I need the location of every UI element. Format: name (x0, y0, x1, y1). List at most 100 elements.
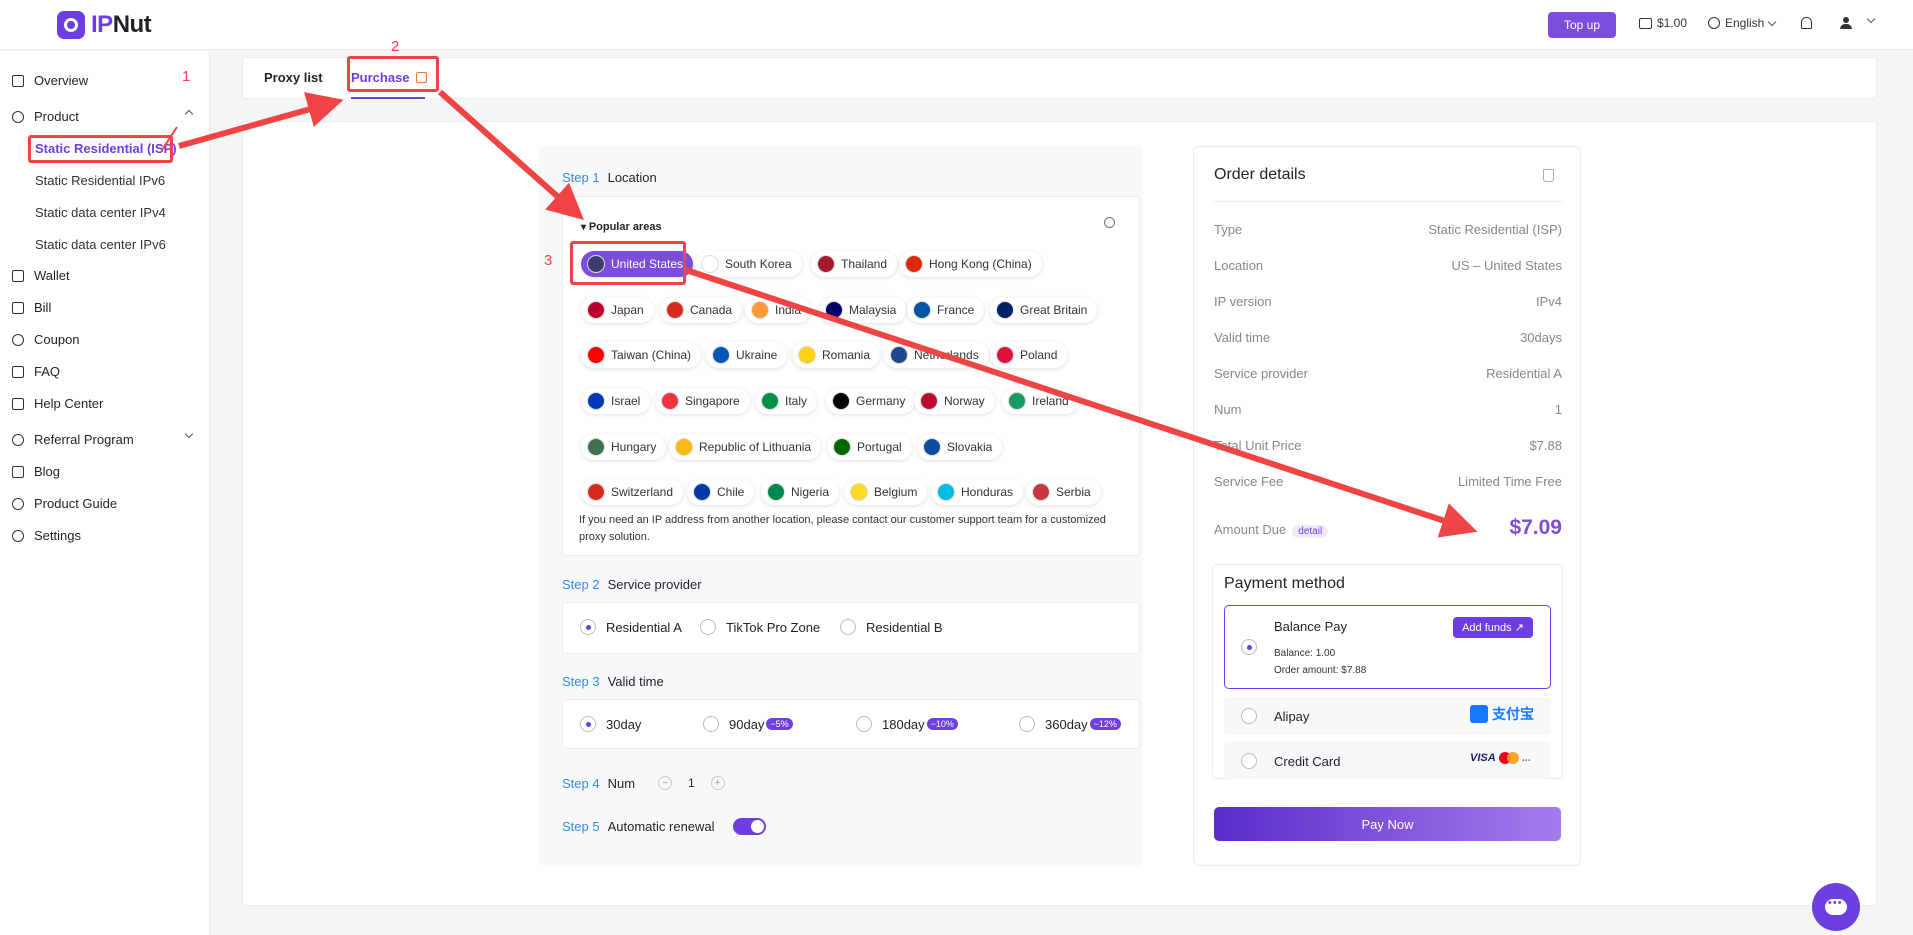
quantity-value[interactable]: 1 (688, 776, 695, 790)
country-chip-japan[interactable]: Japan (581, 297, 654, 323)
flag-icon (1008, 392, 1026, 410)
balance-display[interactable]: $1.00 (1639, 16, 1687, 30)
valid-time-360day[interactable]: 360day −12% (1019, 716, 1121, 732)
country-chip-india[interactable]: India (745, 297, 812, 323)
search-icon[interactable] (1104, 217, 1115, 228)
country-label: Israel (611, 394, 641, 408)
order-row-type: Type Static Residential (ISP) (1214, 222, 1562, 237)
order-row-label: Type (1214, 222, 1243, 237)
sidebar-subitem-static-residential-isp[interactable]: Static Residential (ISP) (35, 141, 177, 156)
logo[interactable]: IPNut (57, 11, 152, 39)
country-chip-hungary[interactable]: Hungary (581, 434, 667, 460)
radio-button[interactable] (703, 716, 719, 732)
radio-button[interactable] (856, 716, 872, 732)
valid-time-90day[interactable]: 90day −5% (703, 716, 793, 732)
country-chip-south-korea[interactable]: South Korea (695, 251, 802, 277)
balance-pay-radio[interactable] (1241, 639, 1257, 655)
country-chip-germany[interactable]: Germany (826, 388, 916, 414)
country-chip-norway[interactable]: Norway (914, 388, 995, 414)
popular-areas-title[interactable]: Popular areas (581, 221, 662, 233)
country-chip-nigeria[interactable]: Nigeria (761, 479, 840, 505)
country-chip-honduras[interactable]: Honduras (931, 479, 1024, 505)
radio-button[interactable] (700, 619, 716, 635)
country-chip-france[interactable]: France (907, 297, 985, 323)
country-chip-romania[interactable]: Romania (792, 342, 881, 368)
country-chip-ireland[interactable]: Ireland (1002, 388, 1079, 414)
alipay-radio[interactable] (1241, 708, 1257, 724)
chevron-down-icon[interactable] (1866, 14, 1876, 24)
country-chip-slovakia[interactable]: Slovakia (917, 434, 1003, 460)
discount-badge: −5% (766, 718, 793, 730)
country-chip-canada[interactable]: Canada (660, 297, 743, 323)
country-label: United States (611, 257, 684, 271)
country-chip-hong-kong-china[interactable]: Hong Kong (China) (899, 251, 1042, 277)
card-brands: VISA... (1470, 752, 1531, 764)
increment-button[interactable]: + (710, 776, 725, 790)
sidebar-item-wallet[interactable]: Wallet (12, 268, 70, 283)
trash-icon[interactable] (1543, 169, 1554, 182)
country-chip-republic-of-lithuania[interactable]: Republic of Lithuania (669, 434, 822, 460)
country-chip-singapore[interactable]: Singapore (655, 388, 750, 414)
radio-button[interactable] (1241, 753, 1257, 769)
sidebar-item-product-guide[interactable]: Product Guide (12, 496, 117, 511)
radio-button[interactable] (1241, 639, 1257, 655)
country-chip-great-britain[interactable]: Great Britain (990, 297, 1098, 323)
country-chip-switzerland[interactable]: Switzerland (581, 479, 684, 505)
tab-purchase[interactable]: Purchase (351, 70, 427, 85)
tab-proxy-list[interactable]: Proxy list (264, 70, 323, 85)
sidebar-item-settings[interactable]: Settings (12, 528, 81, 543)
quantity-stepper: − 1 + (658, 776, 725, 790)
radio-button[interactable] (1241, 708, 1257, 724)
sidebar-item-blog[interactable]: Blog (12, 464, 60, 479)
detail-link[interactable]: detail (1292, 525, 1329, 538)
country-chip-serbia[interactable]: Serbia (1026, 479, 1101, 505)
sidebar-subitem-static-dc-ipv6[interactable]: Static data center IPv6 (35, 237, 166, 252)
country-chip-poland[interactable]: Poland (990, 342, 1068, 368)
pay-now-button[interactable]: Pay Now (1214, 807, 1561, 841)
bell-icon[interactable] (1801, 17, 1812, 29)
country-chip-portugal[interactable]: Portugal (827, 434, 912, 460)
provider-residential-a[interactable]: Residential A (580, 619, 682, 635)
country-chip-belgium[interactable]: Belgium (844, 479, 928, 505)
sidebar-item-product[interactable]: Product (12, 109, 79, 124)
radio-button[interactable] (580, 619, 596, 635)
sidebar-item-referral-program[interactable]: Referral Program (12, 432, 134, 447)
country-chip-netherlands[interactable]: Netherlands (884, 342, 989, 368)
divider (1214, 201, 1562, 202)
valid-time-180day[interactable]: 180day −10% (856, 716, 958, 732)
sidebar-item-faq[interactable]: FAQ (12, 364, 60, 379)
language-selector[interactable]: English (1708, 16, 1777, 30)
sidebar-subitem-static-dc-ipv4[interactable]: Static data center IPv4 (35, 205, 166, 220)
provider-tiktok-pro-zone[interactable]: TikTok Pro Zone (700, 619, 820, 635)
sidebar-item-overview[interactable]: Overview (12, 73, 88, 88)
valid-time-30day[interactable]: 30day (580, 716, 641, 732)
decrement-button[interactable]: − (658, 776, 672, 790)
chat-button[interactable] (1812, 883, 1860, 931)
credit-card-radio[interactable] (1241, 753, 1257, 769)
sidebar-item-coupon[interactable]: Coupon (12, 332, 80, 347)
country-chip-israel[interactable]: Israel (581, 388, 651, 414)
auto-renewal-toggle[interactable] (733, 818, 766, 835)
radio-button[interactable] (1019, 716, 1035, 732)
country-chip-thailand[interactable]: Thailand (811, 251, 898, 277)
country-chip-ukraine[interactable]: Ukraine (706, 342, 788, 368)
sidebar-item-bill[interactable]: Bill (12, 300, 51, 315)
country-chip-italy[interactable]: Italy (755, 388, 818, 414)
radio-button[interactable] (580, 716, 596, 732)
flag-icon (833, 438, 851, 456)
provider-residential-b[interactable]: Residential B (840, 619, 943, 635)
country-chip-taiwan-china[interactable]: Taiwan (China) (581, 342, 702, 368)
sidebar-subitem-static-residential-ipv6[interactable]: Static Residential IPv6 (35, 173, 165, 188)
country-label: Japan (611, 303, 644, 317)
top-up-button[interactable]: Top up (1548, 12, 1616, 38)
radio-button[interactable] (840, 619, 856, 635)
country-label: Netherlands (914, 348, 979, 362)
country-label: Switzerland (611, 485, 674, 499)
add-funds-button[interactable]: Add funds ↗ (1453, 617, 1533, 638)
country-chip-united-states[interactable]: United States (581, 251, 694, 277)
order-row-label: Valid time (1214, 330, 1271, 345)
country-chip-chile[interactable]: Chile (687, 479, 755, 505)
sidebar-item-help-center[interactable]: Help Center (12, 396, 103, 411)
user-icon[interactable] (1840, 17, 1852, 29)
country-chip-malaysia[interactable]: Malaysia (819, 297, 907, 323)
